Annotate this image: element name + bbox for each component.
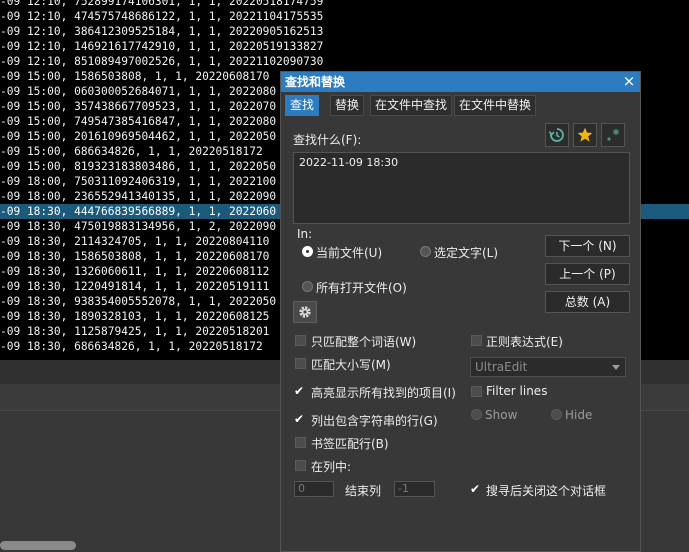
highlight-all-checkbox[interactable]: ✔ (294, 385, 304, 397)
filter-show-label: Show (485, 408, 518, 422)
filter-hide-label: Hide (565, 408, 593, 422)
regex-star-icon (607, 129, 619, 141)
column-end-label: 结束列 (345, 484, 382, 498)
whole-word-checkbox[interactable] (295, 335, 306, 346)
column-start-field[interactable]: 0 (294, 481, 334, 497)
count-button[interactable]: 总数 (A) (545, 291, 630, 313)
current-file-radio[interactable] (302, 246, 313, 257)
advanced-options-button[interactable] (293, 301, 317, 323)
regex-label[interactable]: 正则表达式(E) (486, 333, 563, 350)
filter-lines-checkbox[interactable] (471, 386, 482, 397)
filter-show-radio[interactable] (471, 409, 482, 420)
gear-icon (299, 306, 311, 318)
highlight-all-label[interactable]: 高亮显示所有找到的项目(I) (311, 384, 456, 401)
in-column-checkbox[interactable] (295, 460, 306, 471)
all-open-files-label[interactable]: 所有打开文件(O) (316, 279, 407, 296)
find-prev-button[interactable]: 上一个 (P) (545, 263, 630, 285)
match-case-label[interactable]: 匹配大小写(M) (311, 356, 391, 373)
history-button[interactable] (545, 123, 569, 147)
dialog-title: 查找和替换 (285, 75, 346, 89)
close-after-label[interactable]: 搜寻后关闭这个对话框 (486, 482, 606, 499)
find-what-input[interactable]: 2022-11-09 18:30 (293, 152, 630, 224)
star-icon (577, 127, 593, 142)
column-end-field[interactable]: -1 (394, 481, 435, 497)
match-case-checkbox[interactable] (295, 358, 306, 369)
all-open-files-radio[interactable] (302, 281, 313, 292)
list-lines-label[interactable]: 列出包含字符串的行(G) (311, 412, 438, 429)
in-column-label[interactable]: 在列中: (311, 458, 351, 475)
editor-line: -09 12:10, 146921617742910, 1, 1, 202205… (0, 40, 324, 53)
in-label: In: (297, 227, 313, 241)
tab-replace[interactable]: 替换 (330, 95, 365, 116)
regex-engine-select[interactable]: UltraEdit (470, 357, 626, 377)
horizontal-scrollbar[interactable] (0, 541, 76, 550)
close-icon[interactable]: × (622, 72, 636, 91)
tab-find[interactable]: 查找 (285, 95, 320, 116)
current-file-label[interactable]: 当前文件(U) (316, 244, 382, 261)
chevron-down-icon (612, 365, 620, 370)
bookmark-label[interactable]: 书签匹配行(B) (311, 435, 389, 452)
find-what-label: 查找什么(F): (293, 133, 362, 147)
find-what-value: 2022-11-09 18:30 (299, 156, 399, 169)
bookmark-checkbox[interactable] (295, 437, 306, 448)
find-replace-dialog: 查找和替换 × 查找 替换 在文件中查找 在文件中替换 查找什么(F): 202… (280, 71, 641, 552)
dialog-titlebar[interactable]: 查找和替换 × (281, 72, 640, 92)
editor-line: -09 12:10, 386412309525184, 1, 1, 202209… (0, 25, 324, 38)
editor-line: -09 12:10, 474575748686122, 1, 1, 202211… (0, 10, 324, 23)
list-lines-checkbox[interactable]: ✔ (294, 413, 304, 425)
regex-engine-value: UltraEdit (475, 360, 528, 374)
filter-hide-radio[interactable] (551, 409, 562, 420)
editor-line: -09 12:10, 752899174106301, 1, 1, 202205… (0, 0, 324, 8)
history-icon (549, 128, 564, 142)
tab-replace-in-files[interactable]: 在文件中替换 (454, 95, 537, 116)
selected-text-label[interactable]: 选定文字(L) (434, 244, 498, 261)
filter-lines-label[interactable]: Filter lines (486, 384, 547, 398)
selected-text-radio[interactable] (420, 246, 431, 257)
tab-find-in-files[interactable]: 在文件中查找 (370, 95, 453, 116)
regex-checkbox[interactable] (471, 335, 482, 346)
editor-line: -09 12:10, 851089497002526, 1, 1, 202211… (0, 55, 324, 68)
whole-word-label[interactable]: 只匹配整个词语(W) (311, 333, 416, 350)
find-next-button[interactable]: 下一个 (N) (545, 235, 630, 257)
regex-builder-button[interactable] (601, 123, 625, 147)
favorites-button[interactable] (573, 123, 597, 147)
close-after-checkbox[interactable]: ✔ (470, 483, 480, 495)
